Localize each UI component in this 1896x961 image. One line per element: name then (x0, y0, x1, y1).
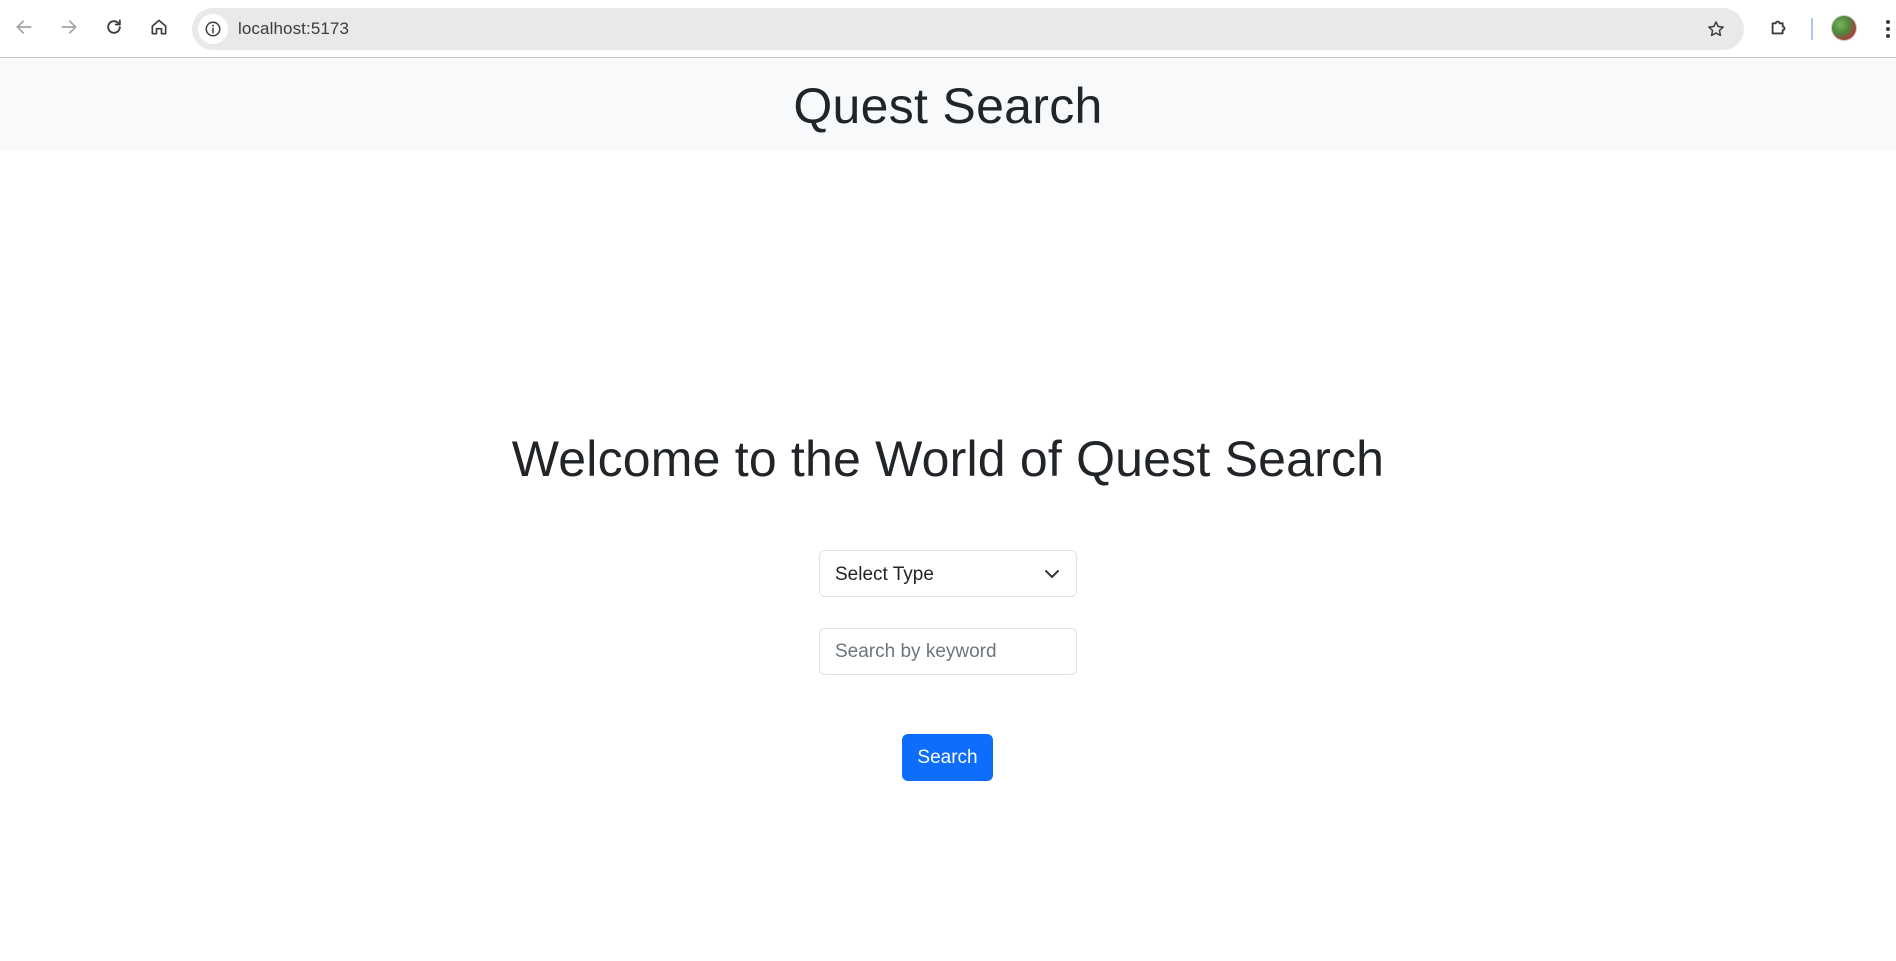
bookmark-button[interactable] (1704, 17, 1728, 41)
forward-button[interactable] (54, 12, 84, 42)
keyword-search-input[interactable] (819, 628, 1077, 675)
reload-icon (107, 19, 121, 34)
arrow-right-icon (61, 20, 77, 34)
browser-menu-button[interactable] (1880, 14, 1896, 44)
star-icon (1708, 21, 1724, 37)
reload-button[interactable] (99, 12, 129, 42)
arrow-left-icon (16, 20, 32, 34)
url-text[interactable]: localhost:5173 (238, 19, 349, 39)
welcome-heading: Welcome to the World of Quest Search (511, 431, 1385, 487)
home-button[interactable] (144, 12, 174, 42)
site-info-button[interactable] (198, 14, 228, 44)
kebab-menu-icon (1886, 20, 1890, 24)
profile-avatar[interactable] (1831, 15, 1857, 41)
home-icon (151, 19, 167, 35)
extensions-button[interactable] (1764, 12, 1794, 42)
type-select-value: Select Type (835, 564, 934, 585)
page-title: Quest Search (793, 77, 1103, 134)
search-button[interactable]: Search (902, 734, 993, 781)
back-button[interactable] (9, 12, 39, 42)
browser-toolbar: localhost:5173 (0, 0, 1896, 58)
address-bar[interactable]: localhost:5173 (192, 8, 1744, 50)
app-header: Quest Search (0, 59, 1896, 150)
puzzle-icon (1771, 20, 1786, 35)
type-select[interactable]: Select Type (819, 550, 1077, 597)
info-icon (205, 21, 221, 37)
chevron-down-icon (1045, 570, 1059, 578)
main-content: Welcome to the World of Quest Search Sel… (0, 150, 1896, 961)
toolbar-divider (1811, 18, 1813, 40)
